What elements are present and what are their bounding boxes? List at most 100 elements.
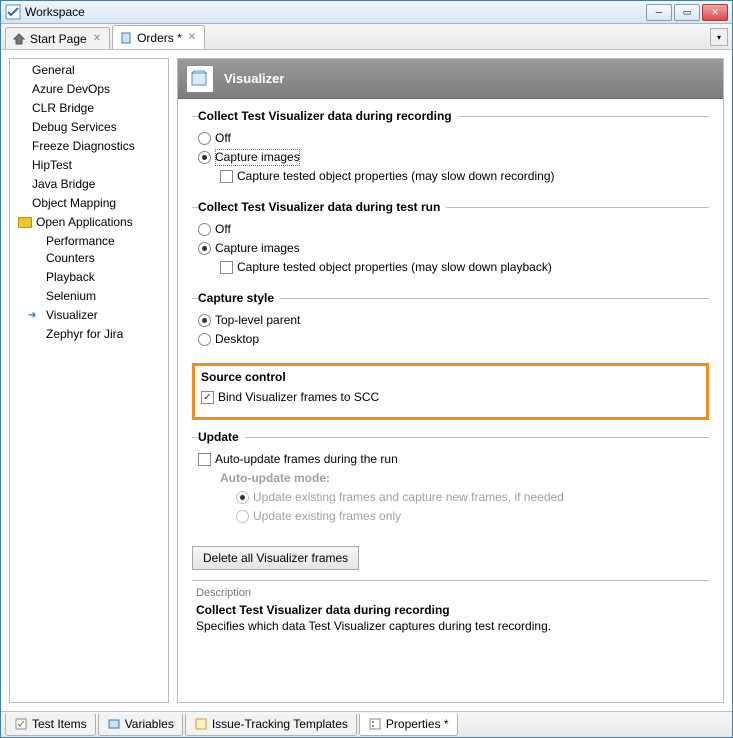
- tree-item-zephyr[interactable]: Zephyr for Jira: [10, 325, 168, 344]
- tree-item-general[interactable]: General: [10, 61, 168, 80]
- tree-item-visualizer[interactable]: ➔ Visualizer: [10, 306, 168, 325]
- checkbox-icon: [201, 391, 214, 404]
- panel-header: Visualizer: [178, 59, 723, 99]
- tree-item-open-applications[interactable]: Open Applications: [10, 213, 168, 232]
- document-icon: [119, 31, 133, 45]
- radio-icon: [198, 132, 211, 145]
- check-testrun-props[interactable]: Capture tested object properties (may sl…: [198, 258, 709, 277]
- tab-label: Orders *: [137, 31, 182, 45]
- check-label: Capture tested object properties (may sl…: [237, 259, 552, 276]
- radio-icon: [236, 510, 249, 523]
- group-legend: Collect Test Visualizer data during reco…: [198, 109, 458, 123]
- tree-item-object-mapping[interactable]: Object Mapping: [10, 194, 168, 213]
- tab-test-items[interactable]: Test Items: [5, 714, 96, 736]
- description-text: Specifies which data Test Visualizer cap…: [196, 619, 705, 633]
- minimize-button[interactable]: ─: [646, 4, 672, 21]
- bottom-tabstrip: Test Items Variables Issue-Tracking Temp…: [1, 711, 732, 737]
- delete-frames-button[interactable]: Delete all Visualizer frames: [192, 546, 359, 570]
- radio-label: Top-level parent: [215, 312, 300, 329]
- checkbox-icon: [220, 261, 233, 274]
- tree-item-hiptest[interactable]: HipTest: [10, 156, 168, 175]
- folder-icon: [18, 217, 32, 228]
- tree-item-label: Open Applications: [36, 214, 133, 231]
- radio-label: Update existing frames only: [253, 508, 401, 525]
- description-label: Description: [196, 587, 705, 599]
- checklist-icon: [14, 717, 28, 731]
- radio-label: Desktop: [215, 331, 259, 348]
- tab-label: Issue-Tracking Templates: [212, 717, 348, 731]
- tab-variables[interactable]: Variables: [98, 714, 183, 736]
- radio-update-existing-new: Update existing frames and capture new f…: [198, 488, 709, 507]
- radio-update-existing-only: Update existing frames only: [198, 507, 709, 526]
- radio-icon: [198, 151, 211, 164]
- visualizer-icon: [186, 65, 214, 93]
- radio-label: Capture images: [215, 240, 300, 257]
- tab-start-page[interactable]: Start Page ✕: [5, 27, 110, 49]
- check-auto-update[interactable]: Auto-update frames during the run: [198, 450, 709, 469]
- description-box: Description Collect Test Visualizer data…: [192, 580, 709, 633]
- radio-label: Off: [215, 130, 231, 147]
- window-title: Workspace: [25, 5, 646, 19]
- tab-label: Variables: [125, 717, 174, 731]
- check-label: Bind Visualizer frames to SCC: [218, 389, 379, 406]
- maximize-button[interactable]: ▭: [674, 4, 700, 21]
- tree-item-playback[interactable]: Playback: [10, 268, 168, 287]
- radio-icon: [198, 314, 211, 327]
- group-update: Update Auto-update frames during the run…: [192, 430, 709, 534]
- tree-item-label: Visualizer: [46, 308, 98, 322]
- radio-label: Off: [215, 221, 231, 238]
- tree-item-debug-services[interactable]: Debug Services: [10, 118, 168, 137]
- close-button[interactable]: ✕: [702, 4, 728, 21]
- group-source-control-highlight: Source control Bind Visualizer frames to…: [192, 363, 709, 420]
- app-icon: [5, 4, 21, 20]
- category-tree[interactable]: General Azure DevOps CLR Bridge Debug Se…: [9, 58, 169, 703]
- tree-item-freeze-diagnostics[interactable]: Freeze Diagnostics: [10, 137, 168, 156]
- group-legend: Capture style: [198, 291, 280, 305]
- tab-close-icon[interactable]: ✕: [91, 33, 103, 44]
- check-bind-scc[interactable]: Bind Visualizer frames to SCC: [201, 388, 700, 407]
- document-tabs: Start Page ✕ Orders * ✕ ▾: [1, 24, 732, 50]
- group-legend: Collect Test Visualizer data during test…: [198, 200, 446, 214]
- radio-label: Capture images: [215, 149, 300, 166]
- panel-title: Visualizer: [224, 71, 284, 86]
- label-auto-update-mode: Auto-update mode:: [198, 469, 709, 488]
- radio-capstyle-desktop[interactable]: Desktop: [198, 330, 709, 349]
- tab-properties[interactable]: Properties *: [359, 714, 458, 736]
- tree-item-clr-bridge[interactable]: CLR Bridge: [10, 99, 168, 118]
- checkbox-icon: [220, 170, 233, 183]
- radio-icon: [198, 242, 211, 255]
- radio-icon: [198, 333, 211, 346]
- group-legend: Update: [198, 430, 245, 444]
- group-capture-style: Capture style Top-level parent Desktop: [192, 291, 709, 357]
- tab-overflow-button[interactable]: ▾: [710, 28, 728, 46]
- radio-testrun-off[interactable]: Off: [198, 220, 709, 239]
- tab-issue-tracking[interactable]: Issue-Tracking Templates: [185, 714, 357, 736]
- radio-icon: [236, 491, 249, 504]
- tab-label: Test Items: [32, 717, 87, 731]
- tab-orders[interactable]: Orders * ✕: [112, 25, 205, 49]
- radio-icon: [198, 223, 211, 236]
- radio-recording-off[interactable]: Off: [198, 129, 709, 148]
- tab-label: Start Page: [30, 32, 87, 46]
- radio-testrun-capture[interactable]: Capture images: [198, 239, 709, 258]
- tab-close-icon[interactable]: ✕: [186, 32, 198, 43]
- settings-panel: Visualizer Collect Test Visualizer data …: [177, 58, 724, 703]
- checkbox-icon: [198, 453, 211, 466]
- variables-icon: [107, 717, 121, 731]
- radio-capstyle-top[interactable]: Top-level parent: [198, 311, 709, 330]
- tree-item-performance-counters[interactable]: Performance Counters: [10, 232, 168, 268]
- check-label: Capture tested object properties (may sl…: [237, 168, 554, 185]
- description-heading: Collect Test Visualizer data during reco…: [196, 603, 705, 617]
- title-bar: Workspace ─ ▭ ✕: [1, 1, 732, 24]
- radio-recording-capture[interactable]: Capture images: [198, 148, 709, 167]
- tree-item-azure-devops[interactable]: Azure DevOps: [10, 80, 168, 99]
- templates-icon: [194, 717, 208, 731]
- sub-label: Auto-update mode:: [220, 470, 330, 487]
- group-testrun: Collect Test Visualizer data during test…: [192, 200, 709, 285]
- group-recording: Collect Test Visualizer data during reco…: [192, 109, 709, 194]
- tree-item-java-bridge[interactable]: Java Bridge: [10, 175, 168, 194]
- radio-label: Update existing frames and capture new f…: [253, 489, 564, 506]
- properties-icon: [368, 717, 382, 731]
- tree-item-selenium[interactable]: Selenium: [10, 287, 168, 306]
- check-recording-props[interactable]: Capture tested object properties (may sl…: [198, 167, 709, 186]
